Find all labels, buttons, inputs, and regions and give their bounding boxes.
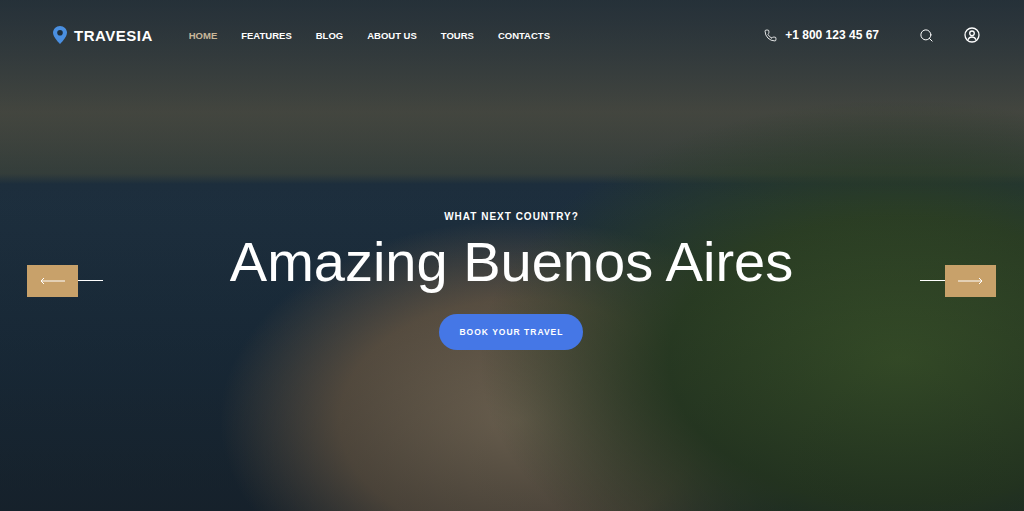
hero-title: Amazing Buenos Aires [230,228,793,295]
hero-eyebrow: WHAT NEXT COUNTRY? [444,211,579,222]
nav-item[interactable]: ABOUT US [367,30,417,41]
nav-item[interactable]: CONTACTS [498,30,550,41]
next-slide-button[interactable] [920,265,996,297]
nav-item[interactable]: FEATURES [241,30,292,41]
arrow-line [920,280,945,281]
hero-slider: WHAT NEXT COUNTRY? Amazing Buenos Aires BO… [0,70,1024,511]
prev-slide-button[interactable] [27,265,103,297]
logo-text: TRAVESIA [74,27,153,44]
main-nav: HOME FEATURES BLOG ABOUT US TOURS CONTACTS [189,30,550,41]
location-pin-icon [52,25,68,45]
nav-item[interactable]: HOME [189,30,218,41]
search-icon [919,28,934,43]
user-icon [964,27,980,43]
header-actions: +1 800 123 45 67 [764,27,980,43]
book-button[interactable]: BOOK YOUR TRAVEL [439,314,583,350]
logo[interactable]: TRAVESIA [52,25,153,45]
hero-content: WHAT NEXT COUNTRY? Amazing Buenos Aires BO… [230,211,793,349]
arrow-line [78,280,103,281]
phone-icon [764,29,777,42]
phone-number: +1 800 123 45 67 [785,28,879,42]
account-button[interactable] [964,27,980,43]
arrow-box [27,265,78,297]
header: TRAVESIA HOME FEATURES BLOG ABOUT US TOURS CON… [0,0,1024,70]
arrow-left-icon [40,277,66,285]
phone[interactable]: +1 800 123 45 67 [764,28,879,42]
arrow-right-icon [957,277,983,285]
arrow-box [945,265,996,297]
page: TRAVESIA HOME FEATURES BLOG ABOUT US TOURS CON… [0,0,1024,511]
search-button[interactable] [919,28,934,43]
nav-item[interactable]: TOURS [441,30,474,41]
nav-item[interactable]: BLOG [316,30,343,41]
